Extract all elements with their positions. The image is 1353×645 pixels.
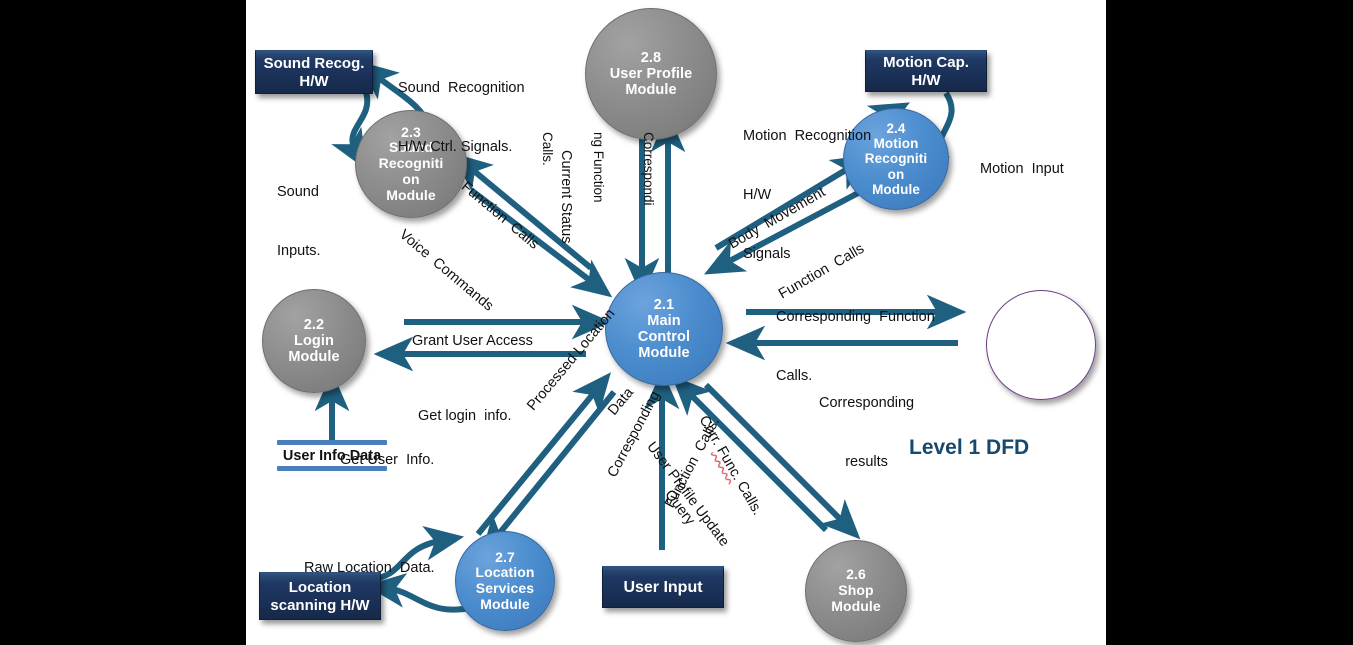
process-2-7-location-services-module[interactable]: 2.7 Location Services Module bbox=[455, 531, 555, 631]
process-2-6-line1: Shop bbox=[838, 582, 874, 599]
process-2-8-line1: User Profile bbox=[609, 65, 693, 82]
process-2-4-line1: Motion bbox=[873, 136, 919, 152]
process-2-4-line3: on bbox=[887, 166, 905, 182]
label-raw-location-data: Raw Location Data. bbox=[304, 560, 435, 577]
label-corresponding-results: Corresponding results bbox=[819, 395, 915, 470]
diagram-canvas-frame: 2.8 User Profile Module 2.3 Sound Recogn… bbox=[0, 0, 1353, 645]
process-2-8-id: 2.8 bbox=[640, 49, 662, 66]
label-sound-inputs: Sound Inputs. bbox=[277, 184, 321, 259]
process-2-1-id: 2.1 bbox=[653, 296, 675, 313]
sound-hw-line2: H/W bbox=[299, 73, 329, 90]
label-ls-control-signal: L/S Control Signal bbox=[370, 610, 438, 645]
corr-suffix: Calls. bbox=[731, 475, 766, 519]
process-2-2-line1: Login bbox=[294, 332, 334, 349]
sound-hw-line1: Sound Recog. bbox=[263, 55, 365, 72]
process-2-7-id: 2.7 bbox=[495, 548, 515, 565]
label-get-user-info: Get User Info. bbox=[340, 452, 435, 469]
process-2-6-line2: Module bbox=[831, 597, 881, 614]
process-2-4-line2: Recogniti bbox=[864, 151, 928, 167]
label-corresponding-fn-calls-up: Correspondi ng Function Calls. bbox=[540, 132, 657, 206]
process-2-7-line2: Services bbox=[475, 580, 535, 596]
motion-hw-line1: Motion Cap. bbox=[883, 54, 969, 71]
process-2-8-user-profile-module[interactable]: 2.8 User Profile Module bbox=[585, 8, 717, 140]
process-2-2-id: 2.2 bbox=[303, 316, 325, 333]
dfd-canvas: 2.8 User Profile Module 2.3 Sound Recogn… bbox=[246, 0, 1106, 645]
process-2-6-shop-module[interactable]: 2.6 Shop Module bbox=[805, 540, 907, 642]
process-2-5-battle-module[interactable]: 2.5 Battle Module bbox=[986, 290, 1096, 400]
process-2-2-login-module[interactable]: 2.2 Login Module bbox=[262, 289, 366, 393]
process-2-4-id: 2.4 bbox=[886, 121, 906, 137]
process-2-6-id: 2.6 bbox=[846, 566, 866, 583]
external-sound-recog-hw[interactable]: Sound Recog. H/W bbox=[255, 50, 373, 94]
process-2-7-line3: Module bbox=[480, 595, 530, 612]
process-2-4-line4: Module bbox=[872, 181, 920, 197]
process-2-8-line2: Module bbox=[625, 82, 677, 99]
process-2-7-line1: Location bbox=[475, 564, 535, 581]
process-2-5-line1: Module bbox=[1015, 345, 1067, 361]
label-motion-input: Motion Input bbox=[980, 161, 1064, 178]
motion-hw-line2: H/W bbox=[911, 72, 941, 89]
process-2-5-id: 2.5 Battle bbox=[1008, 328, 1074, 345]
process-2-2-line2: Module bbox=[288, 349, 340, 366]
process-2-1-line1: Main bbox=[647, 312, 681, 329]
diagram-title: Level 1 DFD bbox=[909, 436, 1030, 459]
external-motion-cap-hw[interactable]: Motion Cap. H/W bbox=[865, 50, 987, 92]
user-input-label: User Input bbox=[623, 579, 703, 597]
external-user-input[interactable]: User Input bbox=[602, 566, 724, 608]
